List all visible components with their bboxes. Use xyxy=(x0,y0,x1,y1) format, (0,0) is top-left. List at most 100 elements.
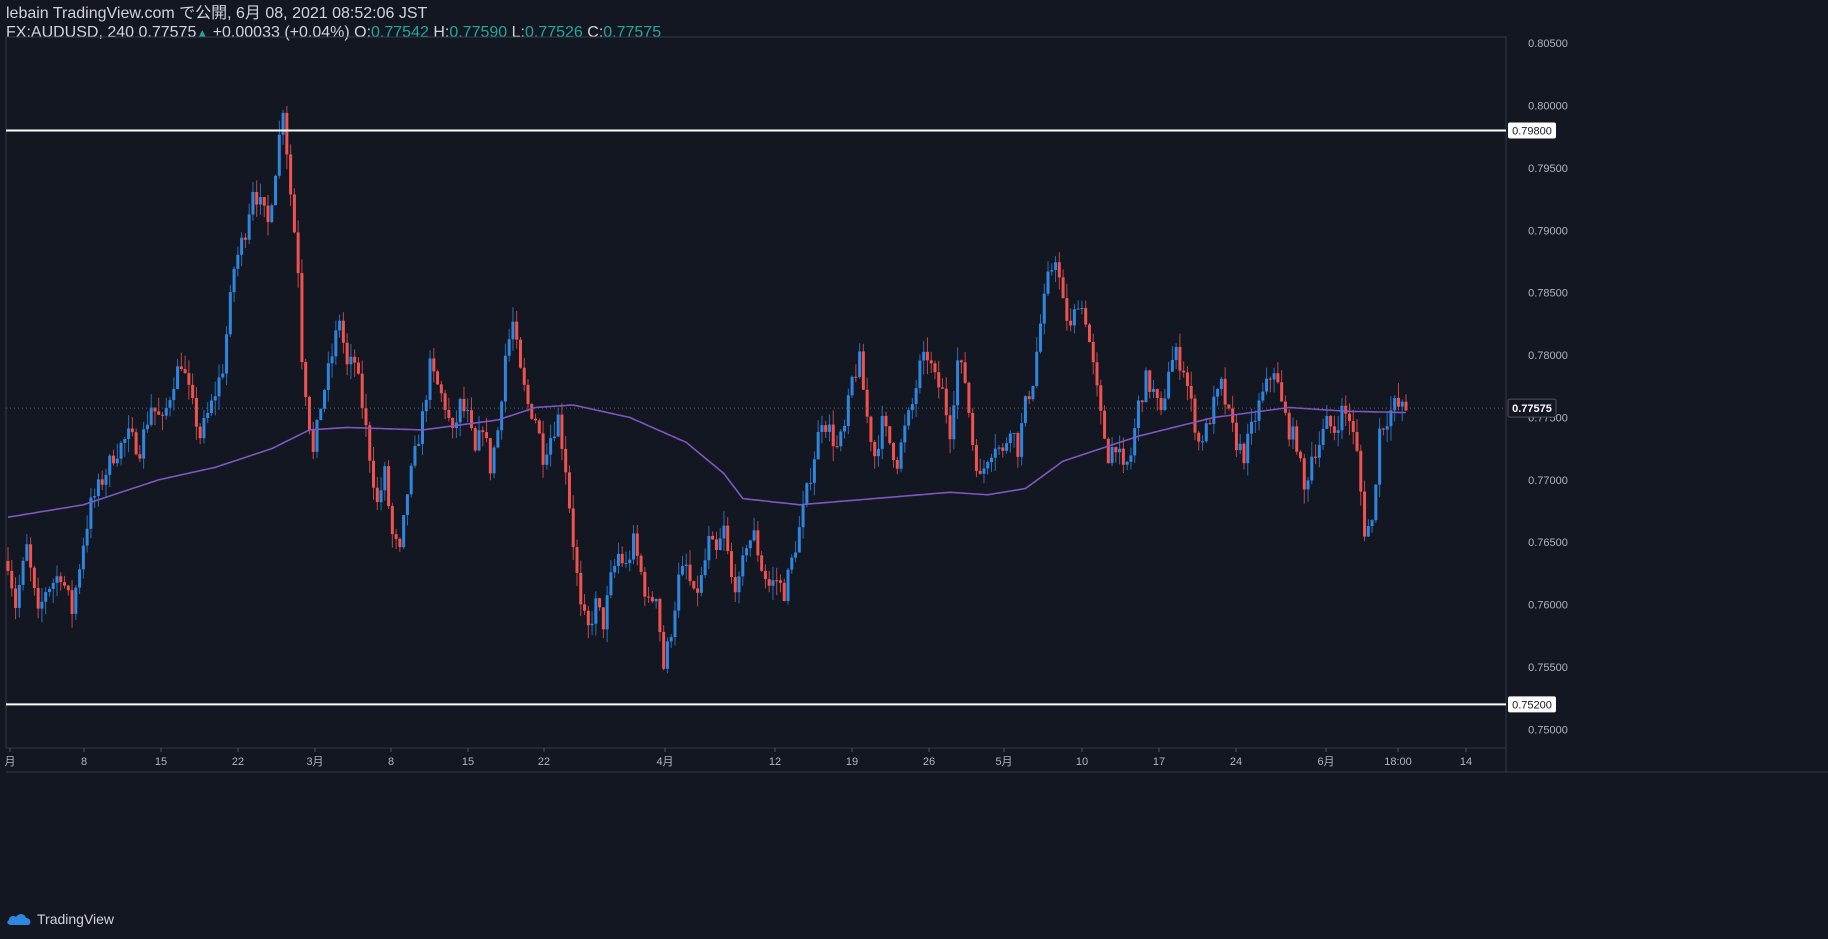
candle-body xyxy=(1363,491,1367,537)
candle-body xyxy=(895,459,899,469)
candle-body xyxy=(436,371,440,385)
candle-body xyxy=(1065,298,1069,321)
candle-body xyxy=(51,582,55,589)
candle-body xyxy=(843,425,847,432)
candle-body xyxy=(164,407,168,416)
candle-body xyxy=(1336,430,1340,433)
candle-body xyxy=(179,366,183,370)
y-tick-label: 0.75500 xyxy=(1528,662,1568,674)
candle-body xyxy=(1106,438,1110,464)
candle-body xyxy=(1268,378,1272,380)
candle-body xyxy=(1125,461,1129,465)
candle-body xyxy=(375,487,379,503)
candle-body xyxy=(1238,443,1242,451)
candle-body xyxy=(820,425,824,433)
candle-body xyxy=(865,389,869,417)
x-tick-label: 4月 xyxy=(656,756,673,768)
candle-body xyxy=(277,134,281,176)
candle-body xyxy=(96,479,100,497)
candle-body xyxy=(1144,370,1148,403)
candle-body xyxy=(775,580,779,582)
candle-body xyxy=(1001,447,1005,451)
candle-body xyxy=(1370,520,1374,527)
candle-body xyxy=(1155,389,1159,399)
candle-body xyxy=(971,412,975,445)
candle-body xyxy=(503,355,507,402)
chart-area[interactable]: 0.80500 0.80000 0.79500 0.79000 0.78500 0.780… xyxy=(0,0,1828,939)
x-tick-label: 19 xyxy=(846,756,858,768)
candle-body xyxy=(424,399,428,412)
candle-body xyxy=(1140,400,1144,403)
candle-body xyxy=(1099,385,1103,411)
candle-body xyxy=(948,415,952,440)
candle-body xyxy=(338,320,342,331)
candle-body xyxy=(892,443,896,460)
candle-body xyxy=(518,339,522,368)
candle-body xyxy=(1265,378,1269,392)
candle-body xyxy=(353,356,357,363)
candle-body xyxy=(21,560,25,585)
y-tick-label: 0.79000 xyxy=(1528,225,1568,237)
candle-body xyxy=(481,430,485,433)
candle-body xyxy=(989,457,993,463)
x-tick-label: 15 xyxy=(155,756,167,768)
candle-body xyxy=(240,237,244,255)
candle-body xyxy=(466,410,470,412)
candle-body xyxy=(258,197,262,205)
candle-body xyxy=(1042,293,1046,324)
candle-body xyxy=(47,588,51,593)
candle-body xyxy=(138,454,142,459)
candle-body xyxy=(696,588,700,593)
candle-body xyxy=(1193,398,1197,433)
candle-body xyxy=(763,570,767,580)
candle-body xyxy=(232,268,236,293)
x-tick-label: 6月 xyxy=(1317,756,1334,768)
candle-body xyxy=(176,366,180,389)
candle-body xyxy=(1031,385,1035,400)
candle-body xyxy=(289,154,293,195)
candle-body xyxy=(1201,441,1205,443)
candle-body xyxy=(104,474,108,485)
candle-body xyxy=(654,598,658,602)
candle-body xyxy=(575,547,579,573)
candle-body xyxy=(112,455,116,464)
candle-body xyxy=(172,388,176,401)
candle-body xyxy=(782,582,786,602)
candle-body xyxy=(745,548,749,556)
price-chart[interactable]: 0.80500 0.80000 0.79500 0.79000 0.78500 0.780… xyxy=(0,0,1828,939)
candle-body xyxy=(1178,346,1182,371)
candle-body xyxy=(669,637,673,642)
candle-body xyxy=(1344,405,1348,414)
candle-body xyxy=(1302,458,1306,490)
tradingview-logo[interactable]: TradingView xyxy=(6,911,114,927)
candle-body xyxy=(511,321,515,340)
candle-body xyxy=(1359,450,1363,492)
candle-body xyxy=(311,430,315,452)
x-tick-label: 3月 xyxy=(306,756,323,768)
candle-body xyxy=(1332,426,1336,433)
candle-body xyxy=(1072,309,1076,326)
y-tick-label: 0.75000 xyxy=(1528,724,1568,736)
candle-body xyxy=(202,418,206,439)
candle-body xyxy=(620,553,624,564)
candle-body xyxy=(394,534,398,539)
candle-body xyxy=(213,396,217,401)
candle-body xyxy=(372,460,376,488)
candle-body xyxy=(25,544,29,561)
candle-body xyxy=(681,566,685,575)
candle-body xyxy=(993,448,997,458)
candle-body xyxy=(17,584,21,608)
candle-body xyxy=(665,641,669,669)
candle-body xyxy=(632,533,636,560)
candle-body xyxy=(1381,428,1385,430)
candle-body xyxy=(1110,447,1114,464)
candle-body xyxy=(858,351,862,377)
candle-body xyxy=(677,574,681,611)
candle-body xyxy=(247,214,251,240)
candle-body xyxy=(1340,405,1344,431)
candle-body xyxy=(157,411,161,415)
candle-body xyxy=(29,544,33,568)
candle-body xyxy=(552,436,556,439)
candle-body xyxy=(270,205,274,223)
candle-body xyxy=(944,388,948,416)
